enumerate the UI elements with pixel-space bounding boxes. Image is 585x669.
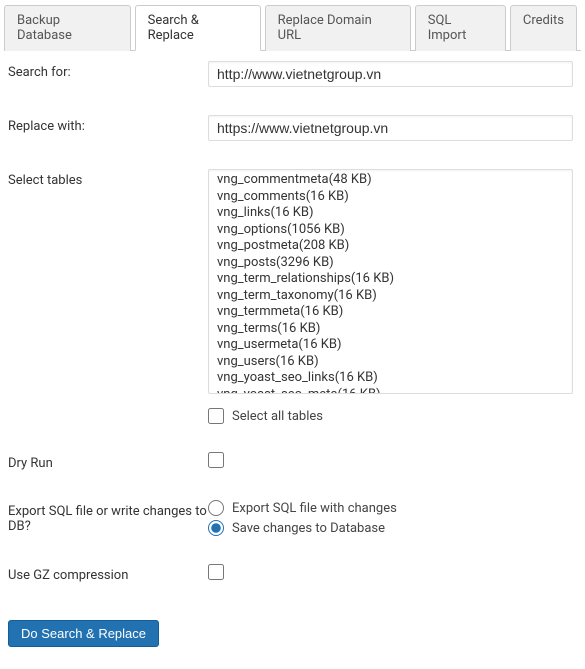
- table-option[interactable]: vng_usermeta(16 KB): [209, 337, 572, 354]
- table-option[interactable]: vng_term_relationships(16 KB): [209, 271, 572, 288]
- select-all-tables-label: Select all tables: [232, 409, 323, 424]
- do-search-replace-button[interactable]: Do Search & Replace: [8, 620, 159, 647]
- dry-run-label: Dry Run: [8, 452, 208, 471]
- search-for-label: Search for:: [8, 61, 208, 80]
- tab-sql-import[interactable]: SQL Import: [415, 5, 506, 51]
- table-option[interactable]: vng_term_taxonomy(16 KB): [209, 288, 572, 305]
- tab-bar: Backup DatabaseSearch & ReplaceReplace D…: [4, 4, 581, 51]
- select-all-tables-wrap[interactable]: Select all tables: [208, 408, 573, 424]
- export-sql-option[interactable]: Export SQL file with changes: [208, 500, 573, 516]
- tab-replace-domain-url[interactable]: Replace Domain URL: [265, 5, 411, 51]
- table-option[interactable]: vng_yoast_seo_meta(16 KB): [209, 387, 572, 395]
- export-sql-radio[interactable]: [208, 500, 224, 516]
- search-replace-form: Search for: Replace with: Select tables …: [0, 51, 585, 669]
- dry-run-checkbox[interactable]: [208, 452, 224, 468]
- table-option[interactable]: vng_postmeta(208 KB): [209, 238, 572, 255]
- table-option[interactable]: vng_comments(16 KB): [209, 189, 572, 206]
- tables-multiselect[interactable]: vng_commentmeta(48 KB)vng_comments(16 KB…: [208, 169, 573, 394]
- use-gz-label: Use GZ compression: [8, 564, 208, 583]
- use-gz-checkbox[interactable]: [208, 564, 224, 580]
- replace-with-label: Replace with:: [8, 115, 208, 134]
- save-db-label: Save changes to Database: [232, 521, 385, 536]
- select-tables-label: Select tables: [8, 169, 208, 188]
- tab-backup-database[interactable]: Backup Database: [4, 5, 131, 51]
- table-option[interactable]: vng_options(1056 KB): [209, 222, 572, 239]
- table-option[interactable]: vng_users(16 KB): [209, 354, 572, 371]
- tab-credits[interactable]: Credits: [510, 5, 577, 51]
- table-option[interactable]: vng_links(16 KB): [209, 205, 572, 222]
- tab-search-replace[interactable]: Search & Replace: [135, 5, 261, 51]
- export-question-label: Export SQL file or write changes to DB?: [8, 500, 208, 534]
- table-option[interactable]: vng_commentmeta(48 KB): [209, 172, 572, 189]
- table-option[interactable]: vng_terms(16 KB): [209, 321, 572, 338]
- select-all-tables-checkbox[interactable]: [208, 408, 224, 424]
- search-for-input[interactable]: [208, 61, 573, 87]
- save-db-radio[interactable]: [208, 520, 224, 536]
- replace-with-input[interactable]: [208, 115, 573, 141]
- save-db-option[interactable]: Save changes to Database: [208, 520, 573, 536]
- export-sql-label: Export SQL file with changes: [232, 501, 397, 516]
- table-option[interactable]: vng_posts(3296 KB): [209, 255, 572, 272]
- table-option[interactable]: vng_termmeta(16 KB): [209, 304, 572, 321]
- table-option[interactable]: vng_yoast_seo_links(16 KB): [209, 370, 572, 387]
